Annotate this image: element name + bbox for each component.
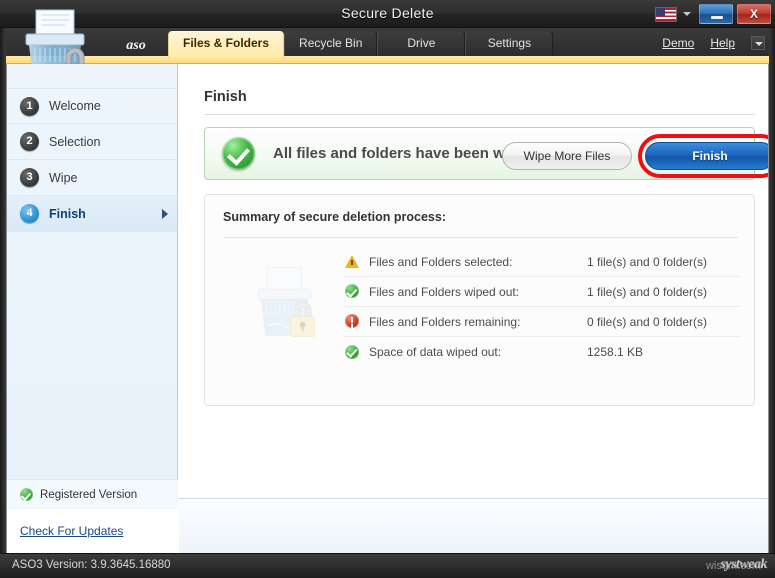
summary-row-label: Files and Folders wiped out: [369,285,587,299]
demo-label: Demo [662,36,694,50]
summary-rows: Files and Folders selected: 1 file(s) an… [345,247,740,367]
summary-row: Files and Folders wiped out: 1 file(s) a… [345,277,740,307]
sidebar-item-wipe[interactable]: 3 Wipe [7,160,177,196]
tab-recycle-bin[interactable]: Recycle Bin [284,31,377,56]
sidebar-item-label: Welcome [49,99,101,113]
tab-label: Settings [488,36,531,50]
summary-row: Files and Folders remaining: 0 file(s) a… [345,307,740,337]
step-number: 2 [20,132,39,151]
step-number: 3 [20,168,39,187]
sidebar-item-welcome[interactable]: 1 Welcome [7,88,177,124]
tab-label: Drive [407,36,435,50]
large-green-check-icon [222,137,255,170]
chevron-right-icon [162,209,168,219]
window-body: 1 Welcome 2 Selection 3 Wipe 4 Finish Re… [6,64,769,553]
status-bar: ASO3 Version: 3.9.3645.16880 systweak wi… [0,553,775,578]
summary-row-value: 1 file(s) and 0 folder(s) [587,285,707,299]
window-controls: X [655,3,771,25]
tab-files-and-folders[interactable]: Files & Folders [168,31,284,57]
help-link[interactable]: Help [710,36,735,50]
version-text: ASO3 Version: 3.9.3645.16880 [12,559,171,571]
window-right-edge [769,28,775,553]
title-bar: Secure Delete X [0,0,775,28]
red-alert-icon [345,314,359,328]
tab-bar: Files & Folders Recycle Bin Drive Settin… [168,31,553,61]
sidebar-item-label: Selection [49,135,100,149]
sidebar-footer: Registered Version Check For Updates [7,479,178,553]
application-window: Secure Delete X aso Files & Folders Recy… [0,0,775,578]
close-button[interactable]: X [737,4,771,24]
summary-row: Files and Folders selected: 1 file(s) an… [345,247,740,277]
sidebar-item-selection[interactable]: 2 Selection [7,124,177,160]
toolbar-links: Demo Help [662,36,765,50]
summary-title: Summary of secure deletion process: [223,210,446,224]
sidebar: 1 Welcome 2 Selection 3 Wipe 4 Finish Re… [7,64,178,553]
us-flag-icon[interactable] [655,7,677,22]
step-number: 1 [20,97,39,116]
language-chevron-down-icon[interactable] [683,12,691,16]
summary-row-label: Files and Folders selected: [369,255,587,269]
finish-button[interactable]: Finish [645,142,769,170]
footer-bar [179,499,769,553]
tab-settings[interactable]: Settings [465,31,553,56]
registered-version-label: Registered Version [40,489,137,501]
summary-row-value: 0 file(s) and 0 folder(s) [587,315,707,329]
shredder-lock-icon [247,257,331,347]
check-for-updates-link[interactable]: Check For Updates [7,509,178,553]
summary-panel: Summary of secure deletion process: [204,194,755,406]
title-divider [204,114,755,115]
warning-triangle-icon [345,255,359,268]
sidebar-item-label: Wipe [49,171,77,185]
summary-row-label: Files and Folders remaining: [369,315,587,329]
page-title: Finish [204,89,247,105]
minimize-button[interactable] [699,4,733,24]
tab-label: Recycle Bin [299,36,362,50]
summary-row-value: 1 file(s) and 0 folder(s) [587,255,707,269]
green-check-icon [345,345,359,359]
green-check-icon [20,488,33,501]
tab-label: Files & Folders [183,36,269,50]
sidebar-item-finish[interactable]: 4 Finish [7,196,177,232]
summary-row: Space of data wiped out: 1258.1 KB [345,337,740,367]
wipe-more-files-button[interactable]: Wipe More Files [502,142,632,170]
toolbar-chevron-down-icon[interactable] [751,36,765,50]
summary-row-label: Space of data wiped out: [369,345,587,359]
main-content: Finish All files and folders have been w… [179,64,769,553]
sidebar-item-label: Finish [49,207,86,221]
step-number: 4 [20,204,39,223]
watermark-sub-text: wisdm.com [706,560,761,572]
registered-version-row: Registered Version [7,479,178,509]
summary-divider [223,237,738,238]
tab-drive[interactable]: Drive [377,31,465,56]
green-check-icon [345,284,359,298]
demo-link[interactable]: Demo [662,36,694,50]
summary-row-value: 1258.1 KB [587,345,643,359]
brand-label: aso [106,36,166,56]
help-label: Help [710,36,735,50]
